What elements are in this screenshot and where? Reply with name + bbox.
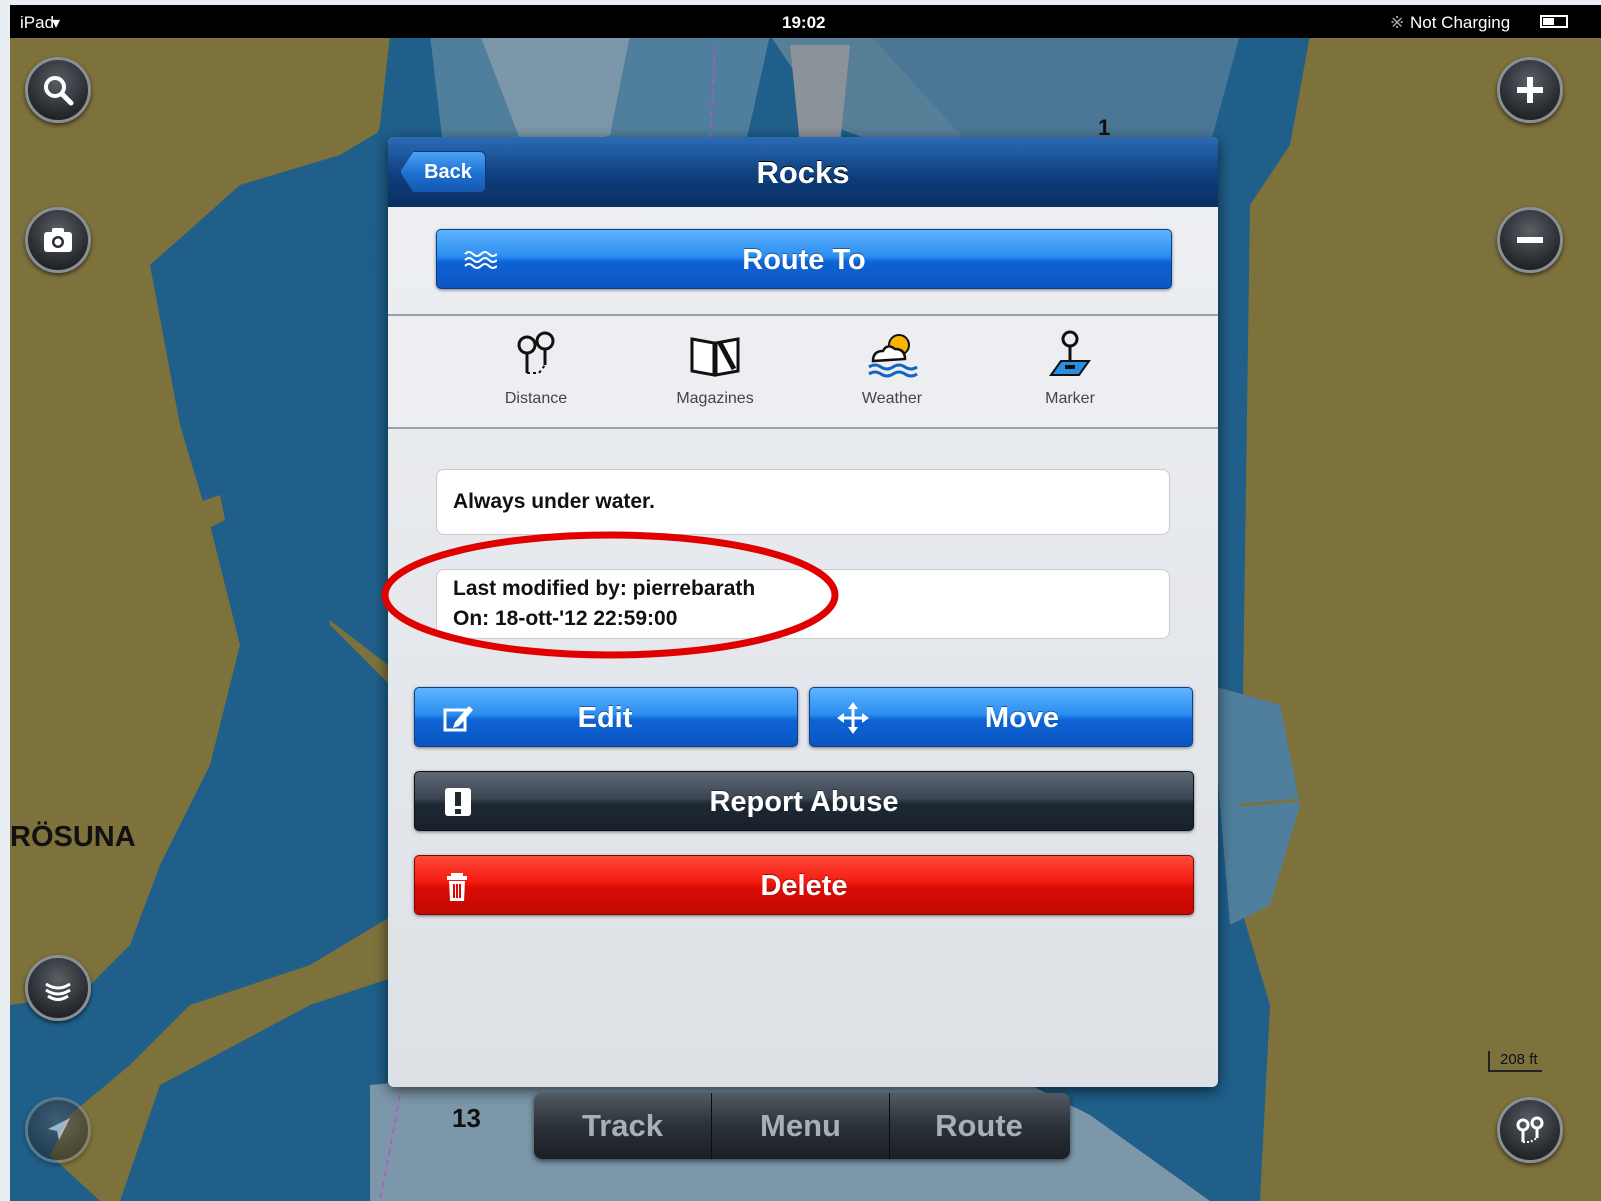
delete-button[interactable]: Delete xyxy=(414,855,1194,915)
tab-menu[interactable]: Menu xyxy=(712,1093,890,1159)
search-button[interactable] xyxy=(25,57,91,123)
move-label: Move xyxy=(984,702,1060,734)
zoom-out-icon xyxy=(1517,237,1543,243)
tool-label: Magazines xyxy=(676,390,754,407)
depth-label: 13 xyxy=(452,1103,481,1133)
magazines-tool[interactable]: Magazines xyxy=(645,329,785,408)
tool-label: Marker xyxy=(1045,390,1095,407)
layers-icon xyxy=(45,982,71,1001)
bottom-tab-bar: Track Menu Route xyxy=(534,1093,1070,1159)
place-label: RÖSUNA xyxy=(10,821,136,853)
zoom-in-button[interactable] xyxy=(1497,57,1563,123)
divider xyxy=(388,314,1218,316)
locate-icon xyxy=(48,1118,70,1140)
popup-header: Rocks Back xyxy=(388,137,1218,207)
edit-label: Edit xyxy=(577,702,633,734)
tab-route[interactable]: Route xyxy=(890,1093,1068,1159)
back-button[interactable]: Back xyxy=(400,151,486,193)
move-button[interactable]: Move xyxy=(809,687,1193,747)
weather-icon xyxy=(868,334,918,378)
edit-button[interactable]: Edit xyxy=(414,687,798,747)
description-field[interactable]: Always under water. xyxy=(436,469,1170,535)
report-abuse-button[interactable]: Report Abuse xyxy=(414,771,1194,831)
battery-status: Not Charging xyxy=(1410,13,1511,32)
distance-tool[interactable]: Distance xyxy=(466,329,606,408)
route-to-label: Route To xyxy=(742,244,866,276)
tab-track[interactable]: Track xyxy=(534,1093,712,1159)
report-abuse-label: Report Abuse xyxy=(709,786,899,818)
route-icon xyxy=(1516,1116,1544,1143)
tool-label: Distance xyxy=(504,390,568,407)
tool-label: Weather xyxy=(861,390,923,407)
zoom-in-icon xyxy=(1517,77,1543,103)
delete-label: Delete xyxy=(760,870,848,902)
marker-tool[interactable]: Marker xyxy=(1000,329,1140,408)
popup-title: Rocks xyxy=(756,155,850,190)
tool-row: Distance Magazines Weather Marker xyxy=(388,317,1218,427)
search-icon xyxy=(44,76,74,106)
wifi-icon: ▾ xyxy=(52,15,61,32)
camera-button[interactable] xyxy=(25,207,91,273)
divider xyxy=(388,427,1218,429)
locate-button[interactable] xyxy=(25,1097,91,1163)
route-to-button[interactable]: Route To xyxy=(436,229,1172,289)
scale-bar: 208 ft xyxy=(1488,1051,1542,1072)
clock: 19:02 xyxy=(782,13,826,32)
book-icon xyxy=(690,337,740,377)
weather-tool[interactable]: Weather xyxy=(822,329,962,408)
highlight-ellipse xyxy=(381,531,839,659)
bluetooth-icon: ※ xyxy=(1390,13,1405,32)
marker-icon xyxy=(1049,330,1091,376)
device-name: iPad xyxy=(20,13,55,32)
distance-icon xyxy=(517,331,555,374)
camera-icon xyxy=(44,228,72,252)
status-bar: iPad ▾ 19:02 ※ Not Charging xyxy=(10,5,1601,38)
battery-icon xyxy=(1540,15,1568,28)
ipad-screen: iPad ▾ 19:02 ※ Not Charging RÖSUNA 13 1 … xyxy=(10,5,1601,1201)
zoom-out-button[interactable] xyxy=(1497,207,1563,273)
layers-button[interactable] xyxy=(25,955,91,1021)
route-button[interactable] xyxy=(1497,1097,1563,1163)
description-text: Always under water. xyxy=(453,490,655,513)
